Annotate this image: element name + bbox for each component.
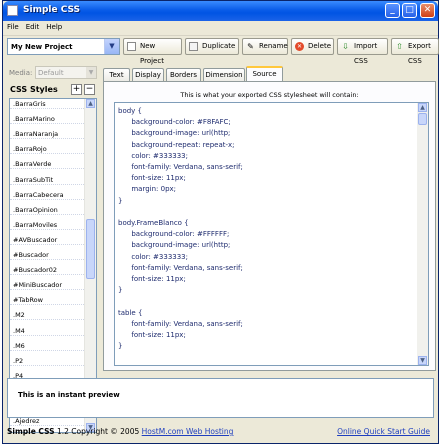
minimize-button[interactable]: _ — [385, 3, 400, 18]
menu-bar: File Edit Help — [3, 21, 438, 36]
instant-preview: This is an instant preview — [7, 378, 434, 418]
scroll-up-icon[interactable]: ▲ — [418, 103, 427, 112]
source-scrollbar[interactable]: ▲ ▼ — [417, 103, 428, 365]
quick-start-guide-link[interactable]: Online Quick Start Guide — [337, 427, 430, 436]
rename-button[interactable]: ✎ Rename — [242, 38, 288, 55]
source-caption: This is what your exported CSS styleshee… — [180, 91, 359, 99]
project-select-value: My New Project — [11, 43, 73, 51]
media-select-value: Default — [38, 69, 64, 77]
style-list-item[interactable]: .BarraCabecera — [10, 190, 86, 200]
scroll-thumb[interactable] — [418, 113, 427, 125]
style-list-item[interactable]: .M6 — [10, 341, 86, 351]
style-list-item[interactable]: .BarraVerde — [10, 159, 86, 170]
style-list-item[interactable]: #TabRow — [10, 295, 86, 306]
menu-file[interactable]: File — [3, 21, 22, 31]
style-list-item[interactable]: .M4 — [10, 326, 86, 336]
css-source-code: body { background-color: #F8FAFC; backgr… — [118, 107, 243, 351]
preview-text: This is an instant preview — [18, 391, 120, 399]
duplicate-button[interactable]: Duplicate — [185, 38, 239, 55]
new-project-label: New Project — [140, 42, 164, 65]
style-list-item[interactable]: .BarraGris — [10, 99, 86, 109]
menu-edit[interactable]: Edit — [22, 21, 43, 31]
scroll-down-icon[interactable]: ▼ — [418, 356, 427, 365]
export-css-button[interactable]: ⇧ Export CSS — [391, 38, 439, 65]
export-icon: ⇧ — [396, 42, 403, 51]
status-bar: Simple CSS 1.2 Copyright © 2005 HostM.co… — [3, 424, 438, 440]
scroll-thumb[interactable] — [86, 219, 95, 279]
chevron-down-icon[interactable]: ▼ — [86, 67, 96, 78]
duplicate-icon — [189, 42, 198, 51]
style-list-item[interactable]: #MiniBuscador — [10, 280, 86, 291]
import-css-button[interactable]: ⇩ Import CSS — [337, 38, 388, 65]
title-bar[interactable]: Simple CSS _ □ ✕ — [3, 1, 438, 21]
delete-icon: ✕ — [295, 42, 304, 51]
tab-text[interactable]: Text — [103, 68, 130, 81]
media-label: Media: — [9, 69, 33, 77]
css-source-textarea[interactable]: body { background-color: #F8FAFC; backgr… — [114, 102, 429, 366]
css-styles-label: CSS Styles — [10, 85, 58, 94]
duplicate-label: Duplicate — [202, 42, 236, 50]
close-button[interactable]: ✕ — [420, 3, 435, 18]
style-list-item[interactable]: #Buscador — [10, 250, 86, 260]
style-list-item[interactable]: .M2 — [10, 310, 86, 321]
style-list-item[interactable]: #AVBuscador — [10, 235, 86, 245]
style-list-item[interactable]: .BarraNaranja — [10, 129, 86, 140]
chevron-down-icon[interactable]: ▼ — [104, 39, 119, 54]
export-label: Export CSS — [408, 42, 431, 65]
delete-label: Delete — [308, 42, 331, 50]
style-list-item[interactable]: .BarraMoviles — [10, 220, 86, 230]
import-label: Import CSS — [354, 42, 378, 65]
app-icon — [7, 5, 18, 16]
source-panel: This is what your exported CSS styleshee… — [103, 81, 436, 371]
style-list-item[interactable]: .P2 — [10, 356, 86, 366]
status-version: 1.2 Copyright © 2005 — [56, 427, 140, 436]
new-project-button[interactable]: New Project — [123, 38, 182, 65]
menu-help[interactable]: Help — [42, 21, 65, 31]
scroll-up-icon[interactable]: ▲ — [86, 99, 95, 108]
add-style-button[interactable]: + — [71, 84, 82, 95]
project-select[interactable]: My New Project ▼ — [7, 38, 120, 55]
new-project-icon — [127, 42, 136, 51]
delete-button[interactable]: ✕ Delete — [291, 38, 334, 55]
tab-borders[interactable]: Borders — [166, 68, 201, 81]
status-copyright: Simple CSS 1.2 Copyright © 2005 HostM.co… — [7, 427, 233, 436]
rename-label: Rename — [259, 42, 288, 50]
remove-style-button[interactable]: − — [84, 84, 95, 95]
tab-dimension[interactable]: Dimension — [203, 68, 245, 81]
status-app-name: Simple CSS — [7, 427, 55, 436]
style-list-item[interactable]: .BarraOpinion — [10, 205, 86, 215]
style-list-item[interactable]: #Buscador02 — [10, 265, 86, 276]
window-title: Simple CSS — [23, 5, 81, 15]
style-list-item[interactable]: .BarraRojo — [10, 144, 86, 155]
tab-display[interactable]: Display — [132, 68, 164, 81]
toolbar: My New Project ▼ New Project Duplicate ✎… — [7, 38, 439, 65]
style-list-item[interactable]: .BarraSubTit — [10, 175, 86, 185]
hostm-link[interactable]: HostM.com Web Hosting — [142, 427, 234, 436]
import-icon: ⇩ — [342, 42, 349, 51]
tab-source[interactable]: Source — [246, 66, 283, 82]
style-list-item[interactable]: .BarraMarino — [10, 114, 86, 125]
rename-icon: ✎ — [247, 42, 254, 51]
maximize-button[interactable]: □ — [402, 3, 417, 18]
media-select[interactable]: Default ▼ — [35, 66, 97, 79]
styles-panel: Media: Default ▼ CSS Styles + − .Ajedrez… — [7, 63, 98, 433]
app-window: Simple CSS _ □ ✕ File Edit Help My New Pro… — [2, 0, 439, 444]
